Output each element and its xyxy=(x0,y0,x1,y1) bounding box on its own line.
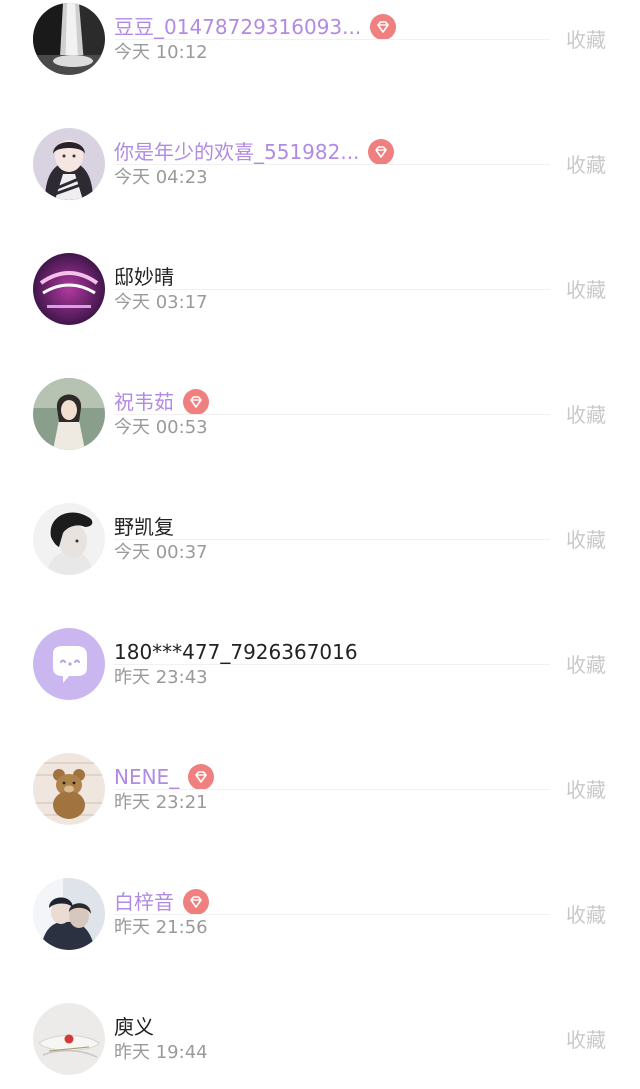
list-item[interactable]: NENE_ 昨天 23:21 收藏 xyxy=(0,665,640,825)
avatar-still-life-image xyxy=(33,1003,105,1075)
user-name[interactable]: 庾义 xyxy=(114,1013,154,1041)
list-item[interactable]: 180***477_7926367016 昨天 23:43 收藏 xyxy=(0,540,640,700)
name-line: 庾义 xyxy=(114,1013,154,1041)
name-line: 邸妙晴 xyxy=(114,263,174,291)
list-item[interactable]: 白梓音 昨天 21:56 收藏 xyxy=(0,790,640,950)
list-item[interactable]: 庾义 昨天 19:44 收藏 xyxy=(0,915,640,1075)
visitor-list: 豆豆_01478729316093... 今天 10:12 收藏 你是年少的欢喜… xyxy=(0,0,640,1075)
name-line: 豆豆_01478729316093... xyxy=(114,13,397,41)
vip-diamond-icon xyxy=(370,14,397,40)
visit-time: 昨天 19:44 xyxy=(114,1042,208,1063)
list-item[interactable]: 你是年少的欢喜_551982... 今天 04:23 收藏 xyxy=(0,40,640,200)
user-name[interactable]: 邸妙晴 xyxy=(114,263,174,291)
collect-button[interactable]: 收藏 xyxy=(566,1026,606,1054)
user-name[interactable]: 白梓音 xyxy=(114,888,174,916)
list-item[interactable]: 祝韦茹 今天 00:53 收藏 xyxy=(0,290,640,450)
vip-diamond-icon xyxy=(368,139,395,165)
name-line: 野凯复 xyxy=(114,513,174,541)
name-line: NENE_ xyxy=(114,763,215,791)
user-name[interactable]: 野凯复 xyxy=(114,513,174,541)
avatar[interactable] xyxy=(33,1003,105,1075)
name-line: 祝韦茹 xyxy=(114,388,209,416)
list-item[interactable]: 豆豆_01478729316093... 今天 10:12 收藏 xyxy=(0,0,640,75)
user-name[interactable]: 豆豆_01478729316093... xyxy=(114,13,361,41)
vip-diamond-icon xyxy=(183,389,209,415)
list-item[interactable]: 邸妙晴 今天 03:17 收藏 xyxy=(0,165,640,325)
vip-diamond-icon xyxy=(188,764,215,790)
name-line: 你是年少的欢喜_551982... xyxy=(114,138,395,166)
user-name[interactable]: 你是年少的欢喜_551982... xyxy=(114,138,359,166)
name-line: 白梓音 xyxy=(114,888,209,916)
name-line: 180***477_7926367016 xyxy=(114,638,358,666)
vip-diamond-icon xyxy=(183,889,209,915)
user-name[interactable]: 180***477_7926367016 xyxy=(114,638,358,666)
user-name[interactable]: NENE_ xyxy=(114,763,179,791)
list-item[interactable]: 野凯复 今天 00:37 收藏 xyxy=(0,415,640,575)
user-name[interactable]: 祝韦茹 xyxy=(114,388,174,416)
